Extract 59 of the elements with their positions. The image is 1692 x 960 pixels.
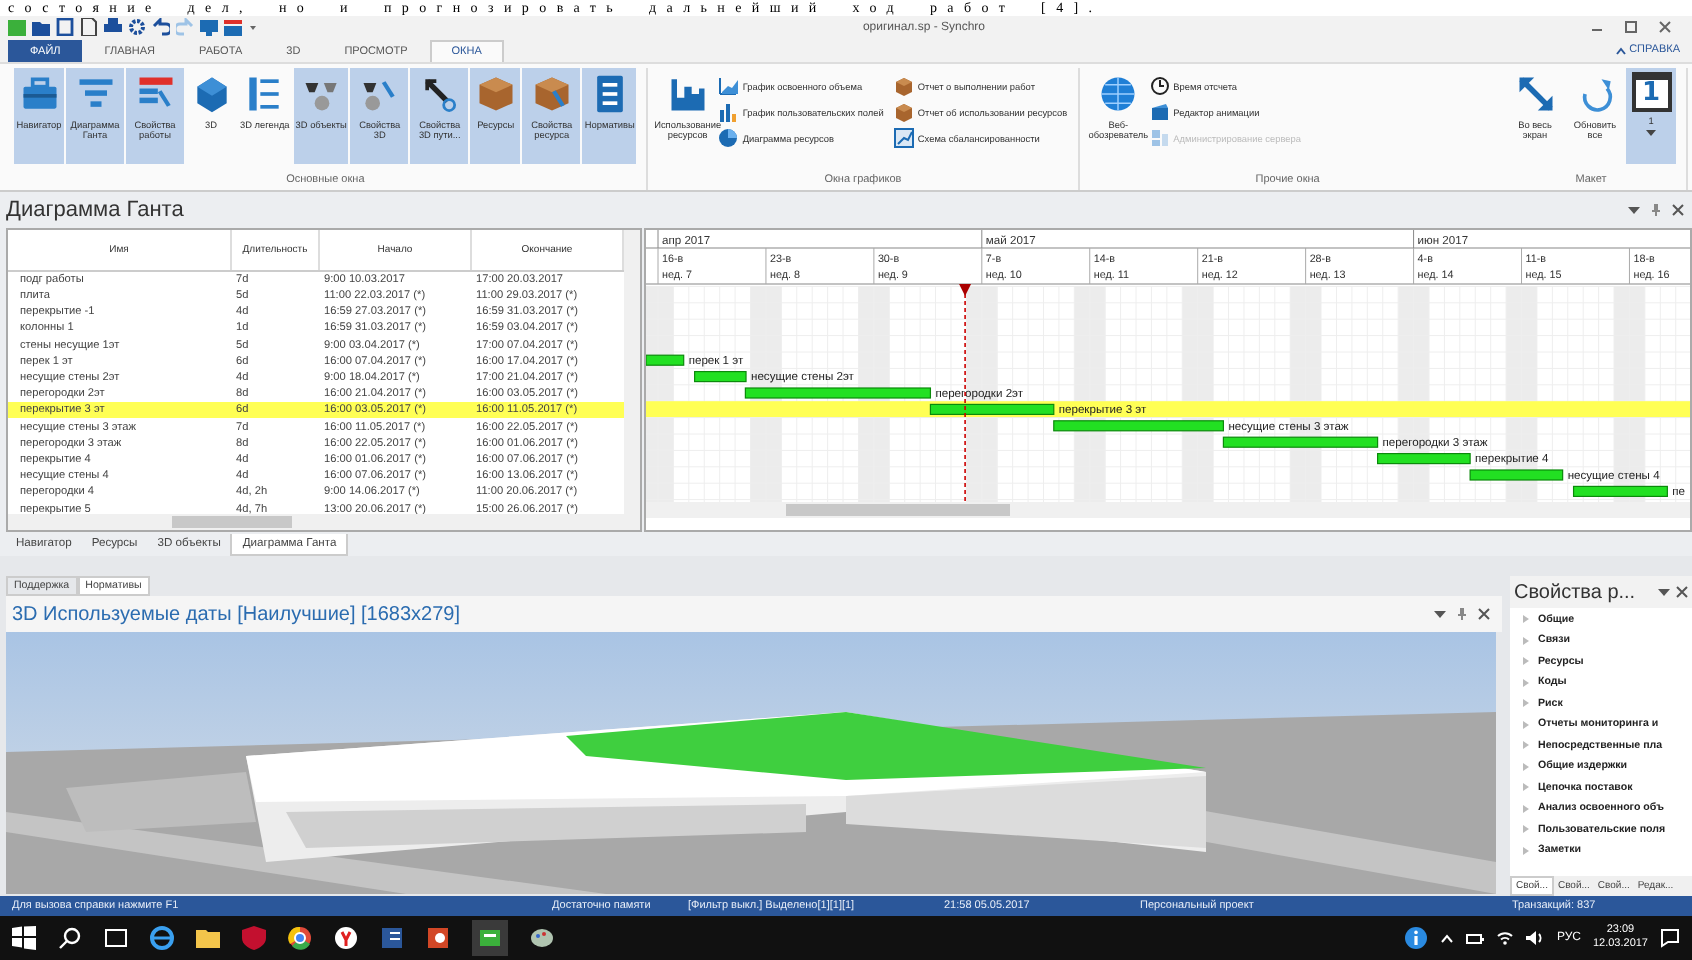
task-bar[interactable] — [694, 370, 747, 382]
app-icon — [8, 18, 26, 37]
scrollbar[interactable] — [8, 513, 640, 530]
windows-icon[interactable] — [12, 926, 36, 951]
box-icon — [893, 102, 914, 123]
browser-icon[interactable] — [288, 926, 312, 951]
bar-chart-icon — [718, 102, 739, 123]
layout-icon — [224, 18, 242, 37]
gear-icon — [128, 18, 146, 37]
task-bar[interactable] — [1572, 485, 1668, 497]
palette-icon[interactable] — [530, 926, 554, 951]
caret-icon — [1615, 45, 1626, 56]
calendar-icon: 1 — [1631, 71, 1671, 112]
task-view-icon[interactable] — [104, 926, 128, 951]
maximize-icon[interactable] — [1624, 20, 1638, 35]
new-file-icon — [80, 18, 98, 37]
task-bar[interactable] — [929, 403, 1055, 415]
app-icon[interactable] — [478, 926, 502, 951]
close-icon[interactable] — [1676, 586, 1688, 599]
wifi-icon[interactable] — [1496, 930, 1515, 947]
volume-icon[interactable] — [1526, 930, 1545, 947]
dropdown-icon[interactable] — [1434, 608, 1446, 621]
print-icon — [104, 18, 122, 37]
close-icon[interactable] — [1478, 608, 1490, 621]
shield-icon[interactable] — [242, 926, 266, 951]
task-bar[interactable] — [646, 354, 685, 366]
monitor-icon — [200, 18, 218, 37]
pie-chart-icon — [718, 128, 739, 149]
line-chart-icon — [893, 128, 914, 149]
scrollbar[interactable] — [624, 229, 640, 514]
dropdown-icon[interactable] — [1658, 586, 1670, 599]
task-bar[interactable] — [1053, 419, 1224, 431]
box-icon — [893, 76, 914, 97]
redo-icon — [176, 18, 194, 37]
task-bar[interactable] — [1377, 452, 1471, 464]
notification-icon[interactable] — [1660, 928, 1680, 949]
folder-icon — [32, 18, 50, 37]
clock-icon — [1149, 76, 1170, 97]
panel-title: 3D Используемые даты [Наилучшие] [1683x279] — [12, 603, 463, 626]
caret-icon[interactable] — [1440, 931, 1455, 946]
panel-title: Диаграмма Ганта — [6, 197, 186, 222]
browser-icon[interactable] — [150, 926, 174, 951]
area-chart-icon — [718, 76, 739, 97]
dropdown-icon[interactable] — [1628, 203, 1640, 216]
battery-icon[interactable] — [1466, 931, 1485, 946]
caret-icon — [1646, 130, 1656, 139]
info-icon[interactable] — [1404, 926, 1429, 951]
browser-icon[interactable] — [334, 926, 358, 951]
pin-icon[interactable] — [1456, 608, 1468, 621]
panel-title: Свойства р... — [1514, 581, 1638, 604]
pin-icon[interactable] — [1650, 203, 1662, 216]
close-icon[interactable] — [1658, 20, 1672, 35]
search-icon[interactable] — [58, 926, 82, 951]
undo-icon — [152, 18, 170, 37]
presentation-icon[interactable] — [426, 926, 450, 951]
folder-icon[interactable] — [196, 926, 220, 951]
save-icon — [56, 18, 74, 37]
close-icon[interactable] — [1672, 203, 1684, 216]
document-icon[interactable] — [380, 926, 404, 951]
